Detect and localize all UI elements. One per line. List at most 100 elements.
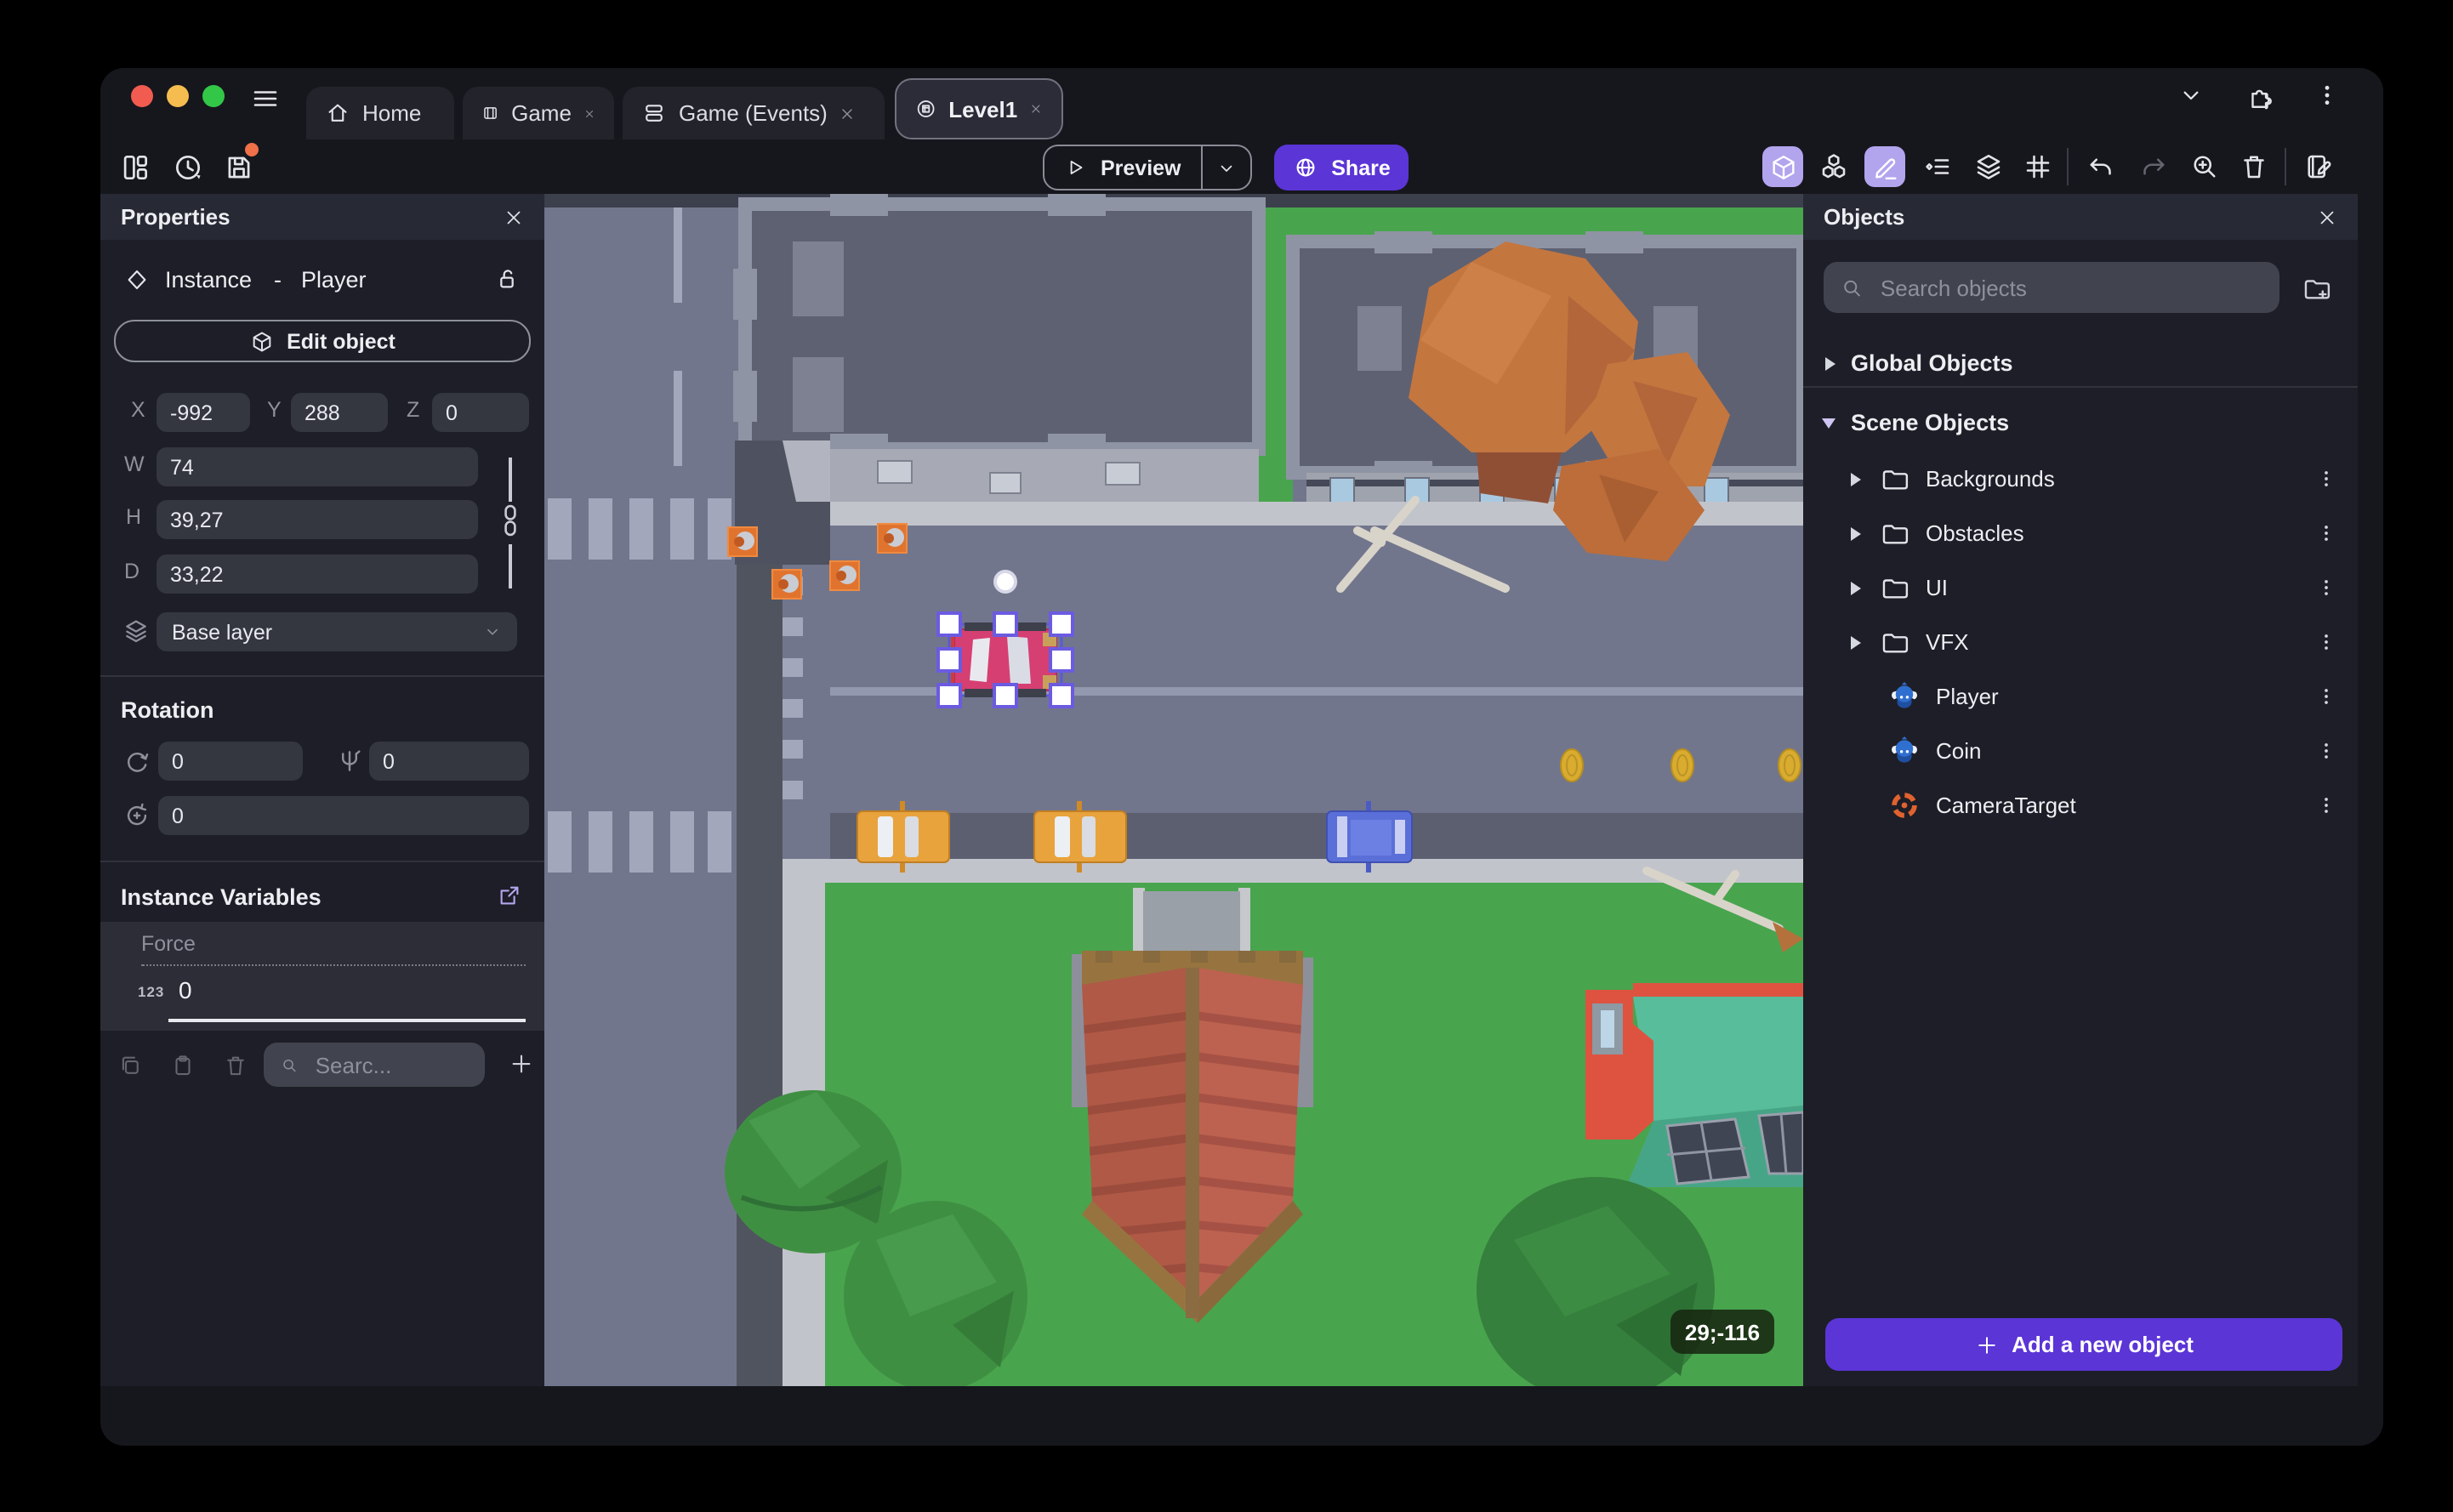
history-icon[interactable]: [167, 146, 208, 187]
panels-layout-icon[interactable]: [114, 146, 155, 187]
variables-search-input[interactable]: [311, 1050, 468, 1079]
preview-button[interactable]: Preview: [1044, 146, 1202, 189]
w-input[interactable]: [157, 447, 478, 486]
minimize-window-button[interactable]: [167, 85, 189, 107]
rotation-handle[interactable]: [993, 570, 1017, 594]
close-window-button[interactable]: [131, 85, 153, 107]
x-input[interactable]: [157, 393, 250, 432]
y-field[interactable]: [291, 393, 388, 432]
kebab-menu-icon[interactable]: [2315, 631, 2337, 653]
rotation-z-input[interactable]: [158, 796, 529, 835]
close-icon[interactable]: [839, 105, 857, 122]
lock-open-icon[interactable]: [493, 265, 521, 293]
layers-icon[interactable]: [1968, 146, 2009, 187]
undo-icon[interactable]: [2080, 146, 2121, 187]
global-objects-section[interactable]: Global Objects: [1803, 337, 2358, 389]
paste-clipboard-icon[interactable]: [170, 1053, 196, 1078]
object-row-cameratarget[interactable]: CameraTarget: [1803, 779, 2358, 832]
rotation-y-field[interactable]: [369, 742, 529, 781]
scene-objects-section[interactable]: Scene Objects: [1803, 396, 2358, 449]
app-window: Home Game Game (Events) Level1 Preview S…: [100, 68, 2383, 1446]
d-label: D: [124, 560, 140, 583]
edit-mode-pencil-icon[interactable]: [1864, 146, 1905, 187]
maximize-window-button[interactable]: [202, 85, 225, 107]
tab-game-events[interactable]: Game (Events): [623, 87, 885, 139]
open-in-new-icon[interactable]: [497, 883, 522, 908]
view-3d-icon[interactable]: [1762, 146, 1803, 187]
kebab-menu-icon[interactable]: [2315, 468, 2337, 490]
objects-search-input[interactable]: [1876, 273, 2262, 302]
expand-arrow-icon[interactable]: [1825, 356, 1835, 370]
tab-level1[interactable]: Level1: [895, 78, 1063, 139]
x-field[interactable]: [157, 393, 250, 432]
tree-green-2[interactable]: [844, 1201, 1027, 1386]
edit-object-button[interactable]: Edit object: [114, 320, 531, 362]
z-input[interactable]: [432, 393, 529, 432]
h-input[interactable]: [157, 500, 478, 539]
chevron-down-icon[interactable]: [2174, 78, 2208, 112]
folder-icon: [1882, 470, 1909, 490]
d-input[interactable]: [157, 554, 478, 594]
folder-row-vfx[interactable]: VFX: [1803, 616, 2358, 668]
close-icon[interactable]: [2317, 207, 2337, 227]
folder-row-ui[interactable]: UI: [1803, 561, 2358, 614]
kebab-menu-icon[interactable]: [2315, 577, 2337, 599]
scene-properties-icon[interactable]: [2298, 146, 2339, 187]
expand-arrow-icon[interactable]: [1851, 635, 1861, 649]
kebab-menu-icon[interactable]: [2315, 685, 2337, 708]
instance-name-label: Player: [301, 267, 367, 293]
tab-game[interactable]: Game: [463, 87, 614, 139]
d-field[interactable]: [157, 554, 478, 594]
variable-value[interactable]: 0: [179, 976, 192, 1003]
kebab-menu-icon[interactable]: [2315, 794, 2337, 816]
grid-icon[interactable]: [2018, 146, 2058, 187]
folder-row-backgrounds[interactable]: Backgrounds: [1803, 452, 2358, 505]
redo-icon[interactable]: [2133, 146, 2174, 187]
rotation-x-field[interactable]: [158, 742, 303, 781]
variables-search-field[interactable]: [264, 1043, 485, 1087]
w-field[interactable]: [157, 447, 478, 486]
y-input[interactable]: [291, 393, 388, 432]
close-icon[interactable]: [504, 207, 524, 227]
trash-icon[interactable]: [223, 1053, 248, 1078]
car-yellow-2[interactable]: [1033, 801, 1127, 873]
rotation-y-input[interactable]: [369, 742, 529, 781]
rotation-x-input[interactable]: [158, 742, 303, 781]
share-button[interactable]: Share: [1274, 145, 1409, 190]
object-row-player[interactable]: Player: [1803, 670, 2358, 723]
expand-arrow-icon[interactable]: [1851, 472, 1861, 486]
save-icon[interactable]: [218, 143, 259, 187]
rotation-z-field[interactable]: [158, 796, 529, 835]
instances-list-icon[interactable]: [1917, 146, 1958, 187]
close-icon[interactable]: [1029, 100, 1043, 117]
variable-row[interactable]: Force 123 0: [100, 922, 544, 1031]
copy-icon[interactable]: [117, 1053, 143, 1078]
objects-search-field[interactable]: [1824, 262, 2279, 313]
add-variable-icon[interactable]: [509, 1051, 534, 1077]
extensions-puzzle-icon[interactable]: [2242, 78, 2276, 112]
zoom-in-icon[interactable]: [2184, 146, 2225, 187]
tab-home[interactable]: Home: [306, 87, 454, 139]
kebab-menu-icon[interactable]: [2315, 740, 2337, 762]
preview-dropdown-button[interactable]: [1204, 146, 1251, 189]
folder-row-obstacles[interactable]: Obstacles: [1803, 507, 2358, 560]
kebab-menu-icon[interactable]: [2310, 78, 2344, 112]
delete-trash-icon[interactable]: [2234, 146, 2274, 187]
scene-canvas[interactable]: 29;-116: [544, 194, 1803, 1386]
z-field[interactable]: [432, 393, 529, 432]
car-yellow-1[interactable]: [857, 801, 950, 873]
object-row-coin[interactable]: Coin: [1803, 725, 2358, 777]
hamburger-menu-icon[interactable]: [248, 82, 282, 116]
add-folder-icon[interactable]: [2302, 274, 2331, 303]
expand-arrow-icon[interactable]: [1851, 581, 1861, 594]
expand-arrow-icon[interactable]: [1851, 526, 1861, 540]
h-field[interactable]: [157, 500, 478, 539]
add-new-object-button[interactable]: Add a new object: [1825, 1318, 2342, 1371]
kebab-menu-icon[interactable]: [2315, 522, 2337, 544]
close-icon[interactable]: [583, 105, 595, 122]
objects-cubes-icon[interactable]: [1813, 146, 1854, 187]
size-link-chain-icon[interactable]: [497, 503, 524, 537]
layer-select[interactable]: Base layer: [157, 612, 517, 651]
car-blue[interactable]: [1326, 801, 1413, 873]
collapse-arrow-icon[interactable]: [1822, 418, 1835, 428]
